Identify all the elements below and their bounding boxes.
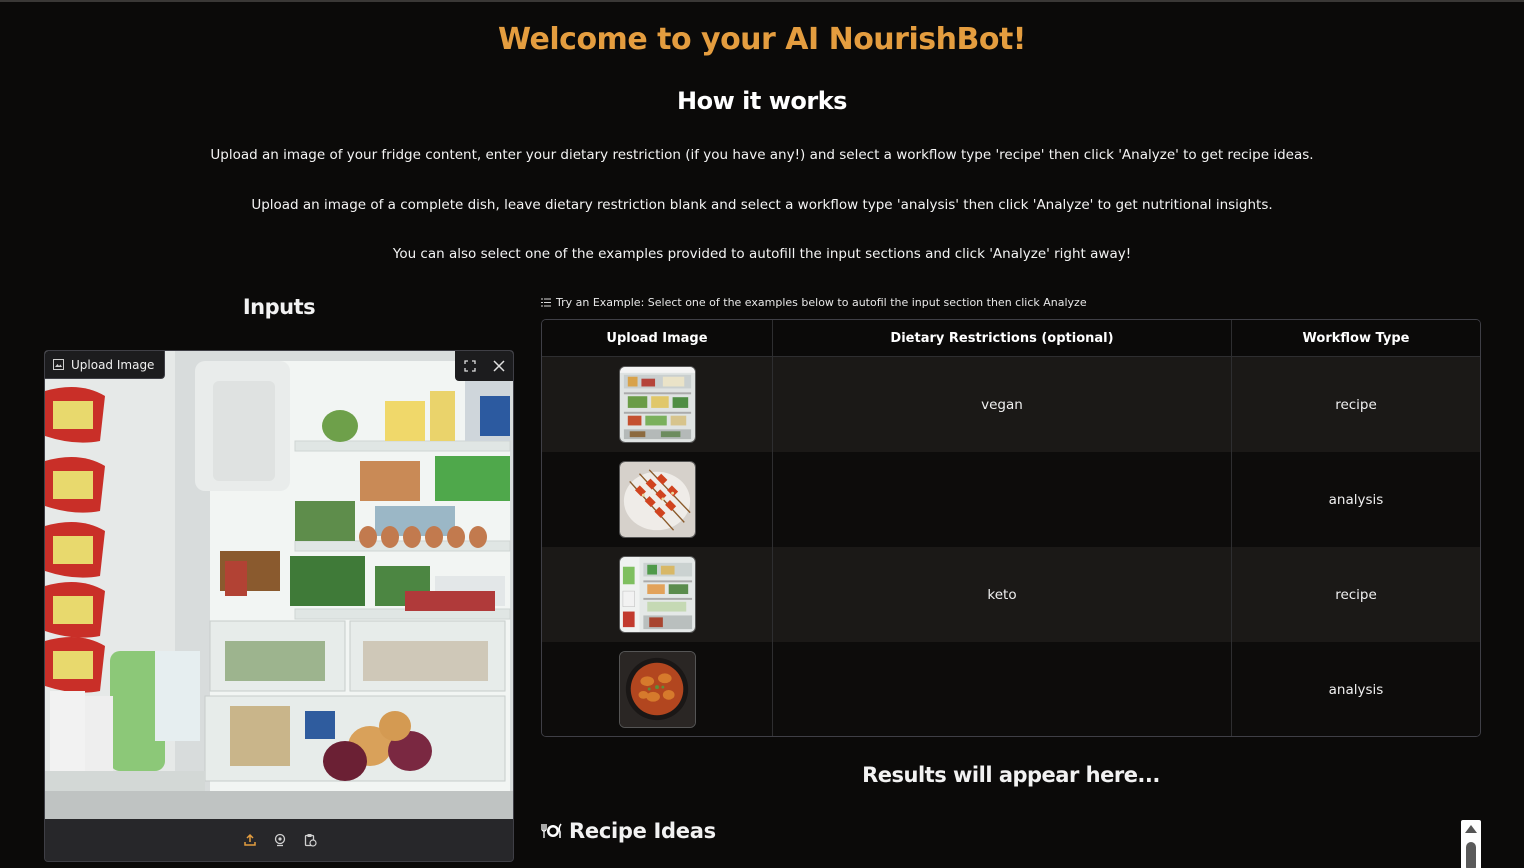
example-dietary: keto [773, 547, 1232, 642]
paste-clipboard-button[interactable] [302, 832, 318, 848]
example-row[interactable]: analysis [542, 452, 1480, 547]
scroll-thumb[interactable] [1466, 842, 1476, 868]
app-title: Welcome to your AI NourishBot! [498, 22, 1026, 57]
upload-image-label: Upload Image [45, 351, 166, 379]
instruction-paragraph-analysis: Upload an image of a complete dish, leav… [251, 197, 1273, 213]
fullscreen-button[interactable] [455, 351, 484, 381]
instruction-paragraph-recipe: Upload an image of your fridge content, … [210, 147, 1314, 163]
column-header-upload-image: Upload Image [542, 320, 773, 356]
uploaded-fridge-image [45, 351, 513, 819]
image-icon [53, 359, 64, 370]
pan-dish-thumbnail [618, 651, 696, 728]
webcam-icon [274, 833, 286, 847]
skewers-dish-thumbnail [618, 461, 696, 538]
examples-table-header: Upload Image Dietary Restrictions (optio… [542, 320, 1480, 357]
results-scrollbar[interactable] [1461, 820, 1481, 868]
column-header-workflow: Workflow Type [1302, 330, 1410, 346]
example-row[interactable]: vegan recipe [542, 357, 1480, 452]
clear-image-button[interactable] [484, 351, 513, 381]
instruction-paragraph-examples: You can also select one of the examples … [392, 246, 1132, 262]
example-row[interactable]: keto recipe [542, 547, 1480, 642]
image-actions [455, 351, 513, 381]
recipe-ideas-heading: Recipe Ideas [541, 819, 716, 843]
upload-file-button[interactable] [242, 832, 258, 848]
example-workflow: analysis [1328, 681, 1384, 698]
example-image-cell [542, 357, 773, 452]
column-header-dietary: Dietary Restrictions (optional) [773, 320, 1232, 356]
examples-header-text: Try an Example: Select one of the exampl… [556, 296, 1087, 309]
upload-source-toolbar [45, 819, 513, 861]
how-it-works-heading: How it works [677, 87, 847, 115]
upload-image-label-text: Upload Image [71, 357, 155, 372]
example-image-cell [542, 642, 773, 736]
example-dietary [773, 642, 1232, 736]
webcam-button[interactable] [272, 832, 288, 848]
recipe-ideas-label: Recipe Ideas [569, 819, 716, 843]
example-row[interactable]: analysis [542, 642, 1480, 736]
fullscreen-icon [463, 360, 476, 372]
example-workflow: recipe [1335, 396, 1377, 413]
clipboard-icon [304, 834, 317, 847]
examples-table: Upload Image Dietary Restrictions (optio… [541, 319, 1481, 737]
scroll-up-icon[interactable] [1465, 825, 1477, 833]
example-workflow: analysis [1328, 491, 1384, 508]
example-dietary [773, 452, 1232, 547]
example-dietary: vegan [773, 357, 1232, 452]
fridge-thumbnail-2 [618, 556, 696, 633]
close-icon [492, 360, 505, 372]
inputs-heading: Inputs [242, 295, 316, 319]
list-icon [541, 298, 551, 307]
fridge-thumbnail [618, 366, 696, 443]
results-heading: Results will appear here... [862, 763, 1160, 787]
example-image-cell [542, 547, 773, 642]
image-upload-area[interactable]: Upload Image [44, 350, 514, 862]
examples-header: Try an Example: Select one of the exampl… [541, 296, 1087, 309]
upload-icon [244, 833, 256, 846]
example-workflow: recipe [1335, 586, 1377, 603]
plate-utensils-icon [541, 823, 562, 838]
example-image-cell [542, 452, 773, 547]
